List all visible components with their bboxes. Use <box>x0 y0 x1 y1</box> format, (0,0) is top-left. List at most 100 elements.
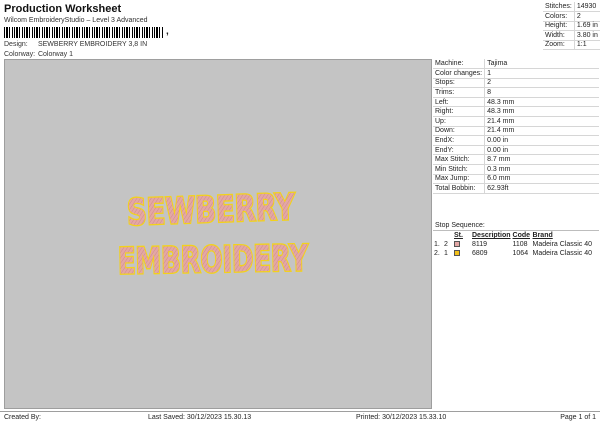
info-label: Max Stitch: <box>433 154 486 166</box>
info-row: Trims: 8 <box>433 87 599 98</box>
info-row: Machine: Tajima <box>433 59 599 70</box>
stat-row-width: Width: 3.80 in <box>543 30 600 41</box>
info-value: 8.7 mm <box>484 154 599 166</box>
design-row: Design: SEWBERRY EMBROIDERY 3,8 IN <box>4 41 147 48</box>
info-label: Total Bobbin: <box>433 183 486 194</box>
info-value: 48.3 mm <box>484 106 599 118</box>
st-header-spacer <box>443 231 453 240</box>
colorway-value: Colorway 1 <box>37 51 73 58</box>
embroidery-text-line1: SEWBERRY <box>126 187 296 234</box>
stat-row-height: Height: 1.69 in <box>543 21 600 31</box>
info-label: Min Stitch: <box>433 164 486 175</box>
embroidery-text-line2: EMBROIDERY <box>118 238 309 282</box>
stop-code: 1108 <box>512 241 528 248</box>
design-value: SEWBERRY EMBROIDERY 3,8 IN <box>37 41 148 48</box>
barcode <box>4 27 164 38</box>
stop-sequence: Stop Sequence: St. Description Code Bran… <box>433 222 599 258</box>
info-row: EndX: 0.00 in <box>433 135 599 146</box>
footer-printed: Printed: 30/12/2023 15.33.10 <box>356 414 447 421</box>
stop-description: 6809 <box>472 250 488 257</box>
info-label: Right: <box>433 106 486 118</box>
stat-value: 3.80 in <box>574 30 600 41</box>
info-row: Color changes: 1 <box>433 68 599 79</box>
info-label: Max Jump: <box>433 174 486 185</box>
colorway-label: Colorway: <box>4 51 36 58</box>
stat-row-zoom: Zoom: 1:1 <box>543 40 600 50</box>
info-value: 0.00 in <box>484 145 599 156</box>
info-value: 6.0 mm <box>484 174 599 185</box>
code-header: Code <box>512 232 531 239</box>
info-value: 8 <box>484 87 599 98</box>
info-label: Stops: <box>433 78 486 89</box>
color-swatch <box>454 241 460 247</box>
num-header <box>433 231 443 240</box>
machine-info-table: Machine: Tajima Color changes: 1 Stops: 2 T… <box>433 59 599 194</box>
stat-label: Colors: <box>543 11 575 22</box>
info-value: 21.4 mm <box>484 116 599 127</box>
info-label: Left: <box>433 97 486 108</box>
info-value: 62.93ft <box>484 183 599 194</box>
info-value: 0.3 mm <box>484 164 599 175</box>
embroidery-preview: SEWBERRY EMBROIDERY <box>116 186 310 284</box>
worksheet-title: Production Worksheet <box>4 3 122 15</box>
footer-page: Page 1 of 1 <box>560 414 596 421</box>
info-row: Left: 48.3 mm <box>433 97 599 108</box>
stat-value: 1:1 <box>574 40 600 50</box>
stat-label: Zoom: <box>543 40 575 50</box>
stop-row: 2. 1 6809 1064 Madeira Classic 40 <box>433 249 599 258</box>
stat-row-stitches: Stitches: 14930 <box>543 2 600 12</box>
brand-header: Brand <box>532 232 553 239</box>
footer-created-by: Created By: <box>4 414 41 421</box>
software-name: Wilcom EmbroideryStudio – Level 3 Advanc… <box>4 17 148 24</box>
info-value: 2 <box>484 78 599 89</box>
stat-value: 14930 <box>574 2 600 12</box>
info-row: Total Bobbin: 62.93ft <box>433 183 599 194</box>
info-row: Down: 21.4 mm <box>433 126 599 137</box>
info-label: Down: <box>433 126 486 137</box>
stop-st: 1 <box>444 250 448 257</box>
barcode-suffix: , <box>166 26 169 37</box>
stop-st: 2 <box>444 241 448 248</box>
stat-value: 2 <box>574 11 600 22</box>
info-row: Right: 48.3 mm <box>433 106 599 118</box>
stop-num: 1. <box>434 241 440 248</box>
design-stats-table: Stitches: 14930 Colors: 2 Height: 1.69 in W… <box>543 2 600 50</box>
color-swatch-cell <box>453 240 471 249</box>
stop-brand: Madeira Classic 40 <box>532 250 593 257</box>
color-swatch-cell <box>453 249 471 258</box>
stat-row-colors: Colors: 2 <box>543 11 600 22</box>
stop-description: 8119 <box>472 241 488 248</box>
info-row: Min Stitch: 0.3 mm <box>433 164 599 175</box>
design-preview-canvas: SEWBERRY EMBROIDERY <box>4 59 432 409</box>
info-row: EndY: 0.00 in <box>433 145 599 156</box>
info-row: Max Jump: 6.0 mm <box>433 174 599 185</box>
info-row: Stops: 2 <box>433 78 599 89</box>
info-row: Max Stitch: 8.7 mm <box>433 154 599 166</box>
info-label: Color changes: <box>433 68 486 79</box>
info-row: Up: 21.4 mm <box>433 116 599 127</box>
colorway-row: Colorway: Colorway 1 <box>4 51 73 58</box>
info-label: EndX: <box>433 135 486 146</box>
info-label: Machine: <box>433 59 486 70</box>
info-value: 21.4 mm <box>484 126 599 137</box>
stop-sequence-table: St. Description Code Brand 1. 2 8119 110… <box>433 231 599 258</box>
footer-last-saved: Last Saved: 30/12/2023 15.30.13 <box>148 414 252 421</box>
stat-label: Height: <box>543 21 575 31</box>
stop-brand: Madeira Classic 40 <box>532 241 593 248</box>
info-label: EndY: <box>433 145 486 156</box>
footer: Created By: Last Saved: 30/12/2023 15.30… <box>0 411 600 424</box>
stop-code: 1064 <box>512 250 529 257</box>
stop-sequence-title: Stop Sequence: <box>433 222 599 231</box>
info-label: Trims: <box>433 87 486 98</box>
stop-sequence-header: St. Description Code Brand <box>433 231 599 240</box>
info-value: 1 <box>484 68 599 79</box>
info-value: 48.3 mm <box>484 97 599 108</box>
st-header: St. <box>454 232 463 239</box>
stat-value: 1.69 in <box>574 21 600 31</box>
stat-label: Width: <box>543 30 575 41</box>
color-swatch <box>454 250 460 256</box>
stop-num: 2. <box>434 250 440 257</box>
stat-label: Stitches: <box>543 2 575 12</box>
stop-row: 1. 2 8119 1108 Madeira Classic 40 <box>433 240 599 249</box>
info-value: 0.00 in <box>484 135 599 146</box>
